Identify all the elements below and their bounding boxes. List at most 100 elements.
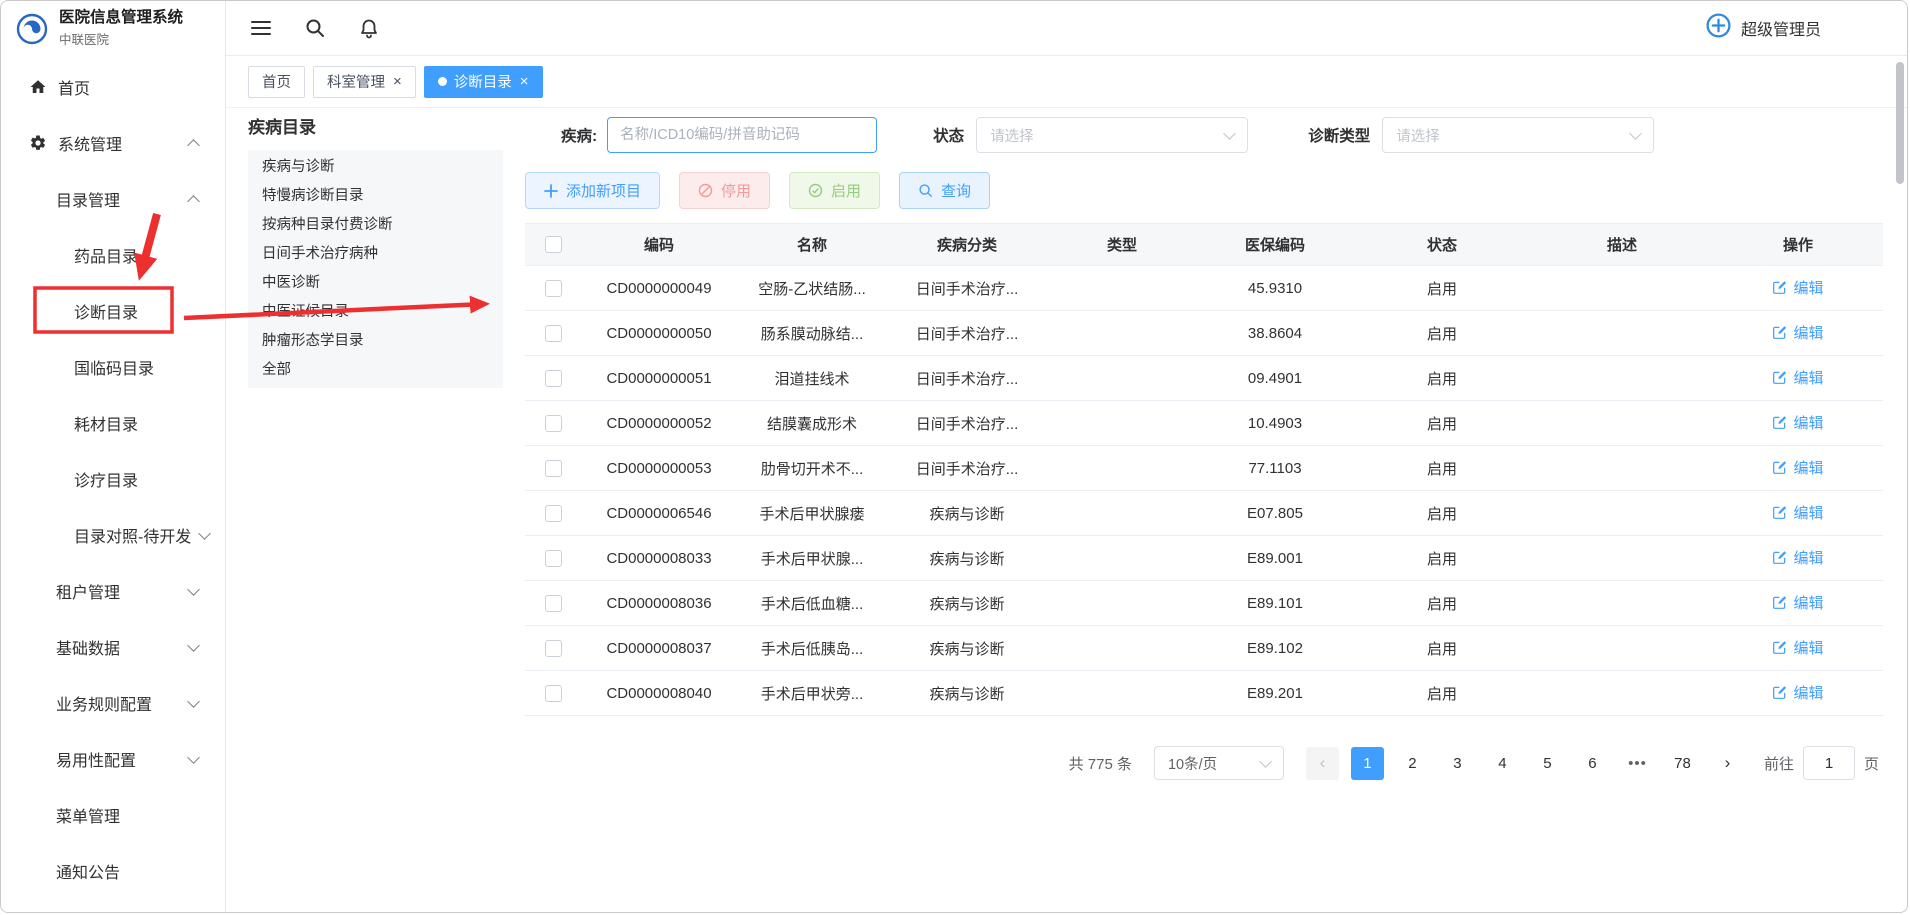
row-checkbox[interactable] (545, 640, 562, 657)
cell-category: 疾病与诊断 (887, 626, 1047, 671)
edit-button[interactable]: 编辑 (1772, 277, 1823, 298)
hamburger-menu-icon[interactable] (251, 19, 271, 37)
edit-button[interactable]: 编辑 (1772, 367, 1823, 388)
filter-row: 疾病: 状态 请选择 诊断类型 请选择 (525, 116, 1885, 154)
sidebar-item-treatment-directory[interactable]: 诊疗目录 (1, 451, 225, 507)
sidebar-item-directory-management[interactable]: 目录管理 (1, 171, 225, 227)
tree-item[interactable]: 全部 (248, 356, 503, 385)
edit-button[interactable]: 编辑 (1772, 502, 1823, 523)
edit-icon (1772, 595, 1787, 610)
bell-icon[interactable] (359, 18, 379, 39)
page-number-button[interactable]: 2 (1396, 747, 1429, 780)
tree-item[interactable]: 中医证候目录 (248, 298, 503, 327)
pagination: 共 775 条 10条/页 ‹ 1 2 3 4 5 6 ••• 78 › 前往 … (525, 746, 1885, 780)
tab-diagnosis-directory[interactable]: 诊断目录 × (424, 66, 543, 98)
close-icon[interactable]: × (393, 74, 402, 89)
page-number-button[interactable]: 1 (1351, 747, 1384, 780)
edit-button[interactable]: 编辑 (1772, 592, 1823, 613)
tab-home[interactable]: 首页 (248, 66, 305, 98)
close-icon[interactable]: × (520, 74, 529, 89)
sidebar-item-national-code-directory[interactable]: 国临码目录 (1, 339, 225, 395)
row-checkbox[interactable] (545, 370, 562, 387)
sidebar-item-basic-data[interactable]: 基础数据 (1, 619, 225, 675)
prev-page-button[interactable]: ‹ (1306, 747, 1339, 780)
tree-item[interactable]: 按病种目录付费诊断 (248, 211, 503, 240)
cell-name: 手术后低血糖... (737, 581, 887, 626)
page-number-button[interactable]: 3 (1441, 747, 1474, 780)
query-button[interactable]: 查询 (899, 172, 990, 209)
sidebar-item-home[interactable]: 首页 (1, 59, 225, 115)
cell-name: 手术后低胰岛... (737, 626, 887, 671)
sidebar-item-label: 菜单管理 (56, 803, 120, 827)
cell-insurance-code: 09.4901 (1197, 356, 1353, 401)
page-size-select[interactable]: 10条/页 (1154, 746, 1284, 780)
page-number-button[interactable]: 5 (1531, 747, 1564, 780)
user-menu[interactable]: 超级管理员 (1705, 12, 1821, 44)
cell-insurance-code: 45.9310 (1197, 266, 1353, 311)
row-checkbox[interactable] (545, 505, 562, 522)
sidebar-item-tenant-management[interactable]: 租户管理 (1, 563, 225, 619)
sidebar-item-directory-mapping[interactable]: 目录对照-待开发 (1, 507, 225, 563)
cell-status: 启用 (1353, 356, 1531, 401)
row-checkbox[interactable] (545, 325, 562, 342)
cell-category: 日间手术治疗... (887, 401, 1047, 446)
sidebar-item-notice-announcement[interactable]: 通知公告 (1, 843, 225, 899)
diagnosis-type-select[interactable]: 请选择 (1382, 117, 1654, 153)
row-checkbox[interactable] (545, 280, 562, 297)
edit-button[interactable]: 编辑 (1772, 682, 1823, 703)
sidebar-item-consumables-directory[interactable]: 耗材目录 (1, 395, 225, 451)
next-page-button[interactable]: › (1711, 747, 1744, 780)
edit-button[interactable]: 编辑 (1772, 637, 1823, 658)
edit-label: 编辑 (1793, 637, 1823, 658)
sidebar-item-menu-management[interactable]: 菜单管理 (1, 787, 225, 843)
tree-item[interactable]: 日间手术治疗病种 (248, 240, 503, 269)
add-item-label: 添加新项目 (566, 180, 641, 201)
row-checkbox[interactable] (545, 685, 562, 702)
tabbar: 首页 科室管理 × 诊断目录 × (226, 56, 1907, 108)
edit-button[interactable]: 编辑 (1772, 322, 1823, 343)
row-checkbox[interactable] (545, 460, 562, 477)
tree-item[interactable]: 中医诊断 (248, 269, 503, 298)
disable-button[interactable]: 停用 (679, 172, 770, 209)
edit-icon (1772, 460, 1787, 475)
sidebar-nav: 首页 系统管理 目录管理 药品目录 诊断目录 国临码目录 耗材目录 (1, 56, 225, 899)
row-checkbox[interactable] (545, 550, 562, 567)
cell-name: 手术后甲状旁... (737, 671, 887, 716)
status-filter-label: 状态 (933, 124, 964, 146)
tree-item[interactable]: 肿瘤形态学目录 (248, 327, 503, 356)
page-number-button[interactable]: 78 (1666, 747, 1699, 780)
sidebar-item-business-rules-config[interactable]: 业务规则配置 (1, 675, 225, 731)
sidebar-item-drug-directory[interactable]: 药品目录 (1, 227, 225, 283)
page-number-button[interactable]: 6 (1576, 747, 1609, 780)
row-checkbox[interactable] (545, 595, 562, 612)
sidebar-item-diagnosis-directory[interactable]: 诊断目录 (1, 283, 225, 339)
edit-button[interactable]: 编辑 (1772, 412, 1823, 433)
search-icon[interactable] (305, 18, 325, 38)
cell-category: 日间手术治疗... (887, 266, 1047, 311)
goto-page-input[interactable] (1803, 746, 1855, 780)
status-select[interactable]: 请选择 (976, 117, 1248, 153)
tree-item[interactable]: 特慢病诊断目录 (248, 182, 503, 211)
page-number-button[interactable]: 4 (1486, 747, 1519, 780)
tab-department-management[interactable]: 科室管理 × (313, 66, 416, 98)
edit-button[interactable]: 编辑 (1772, 547, 1823, 568)
toolbar: 添加新项目 停用 启用 查询 (525, 172, 1885, 209)
topbar: 超级管理员 (226, 1, 1907, 56)
cell-code: CD0000008033 (581, 536, 737, 581)
select-all-checkbox[interactable] (545, 236, 562, 253)
cell-type (1047, 401, 1197, 446)
table-row: CD0000000050 肠系膜动脉结... 日间手术治疗... 38.8604… (525, 311, 1883, 356)
cell-name: 空肠-乙状结肠... (737, 266, 887, 311)
add-item-button[interactable]: 添加新项目 (525, 172, 660, 209)
tree-item[interactable]: 疾病与诊断 (248, 153, 503, 182)
row-checkbox[interactable] (545, 415, 562, 432)
cell-insurance-code: 10.4903 (1197, 401, 1353, 446)
edit-button[interactable]: 编辑 (1772, 457, 1823, 478)
pagination-ellipsis[interactable]: ••• (1621, 747, 1654, 780)
disease-search-input[interactable] (607, 117, 877, 153)
sidebar-item-system-management[interactable]: 系统管理 (1, 115, 225, 171)
vertical-scrollbar[interactable] (1896, 62, 1904, 184)
sidebar-item-usability-config[interactable]: 易用性配置 (1, 731, 225, 787)
sidebar-item-label: 目录对照-待开发 (74, 523, 191, 547)
enable-button[interactable]: 启用 (789, 172, 880, 209)
